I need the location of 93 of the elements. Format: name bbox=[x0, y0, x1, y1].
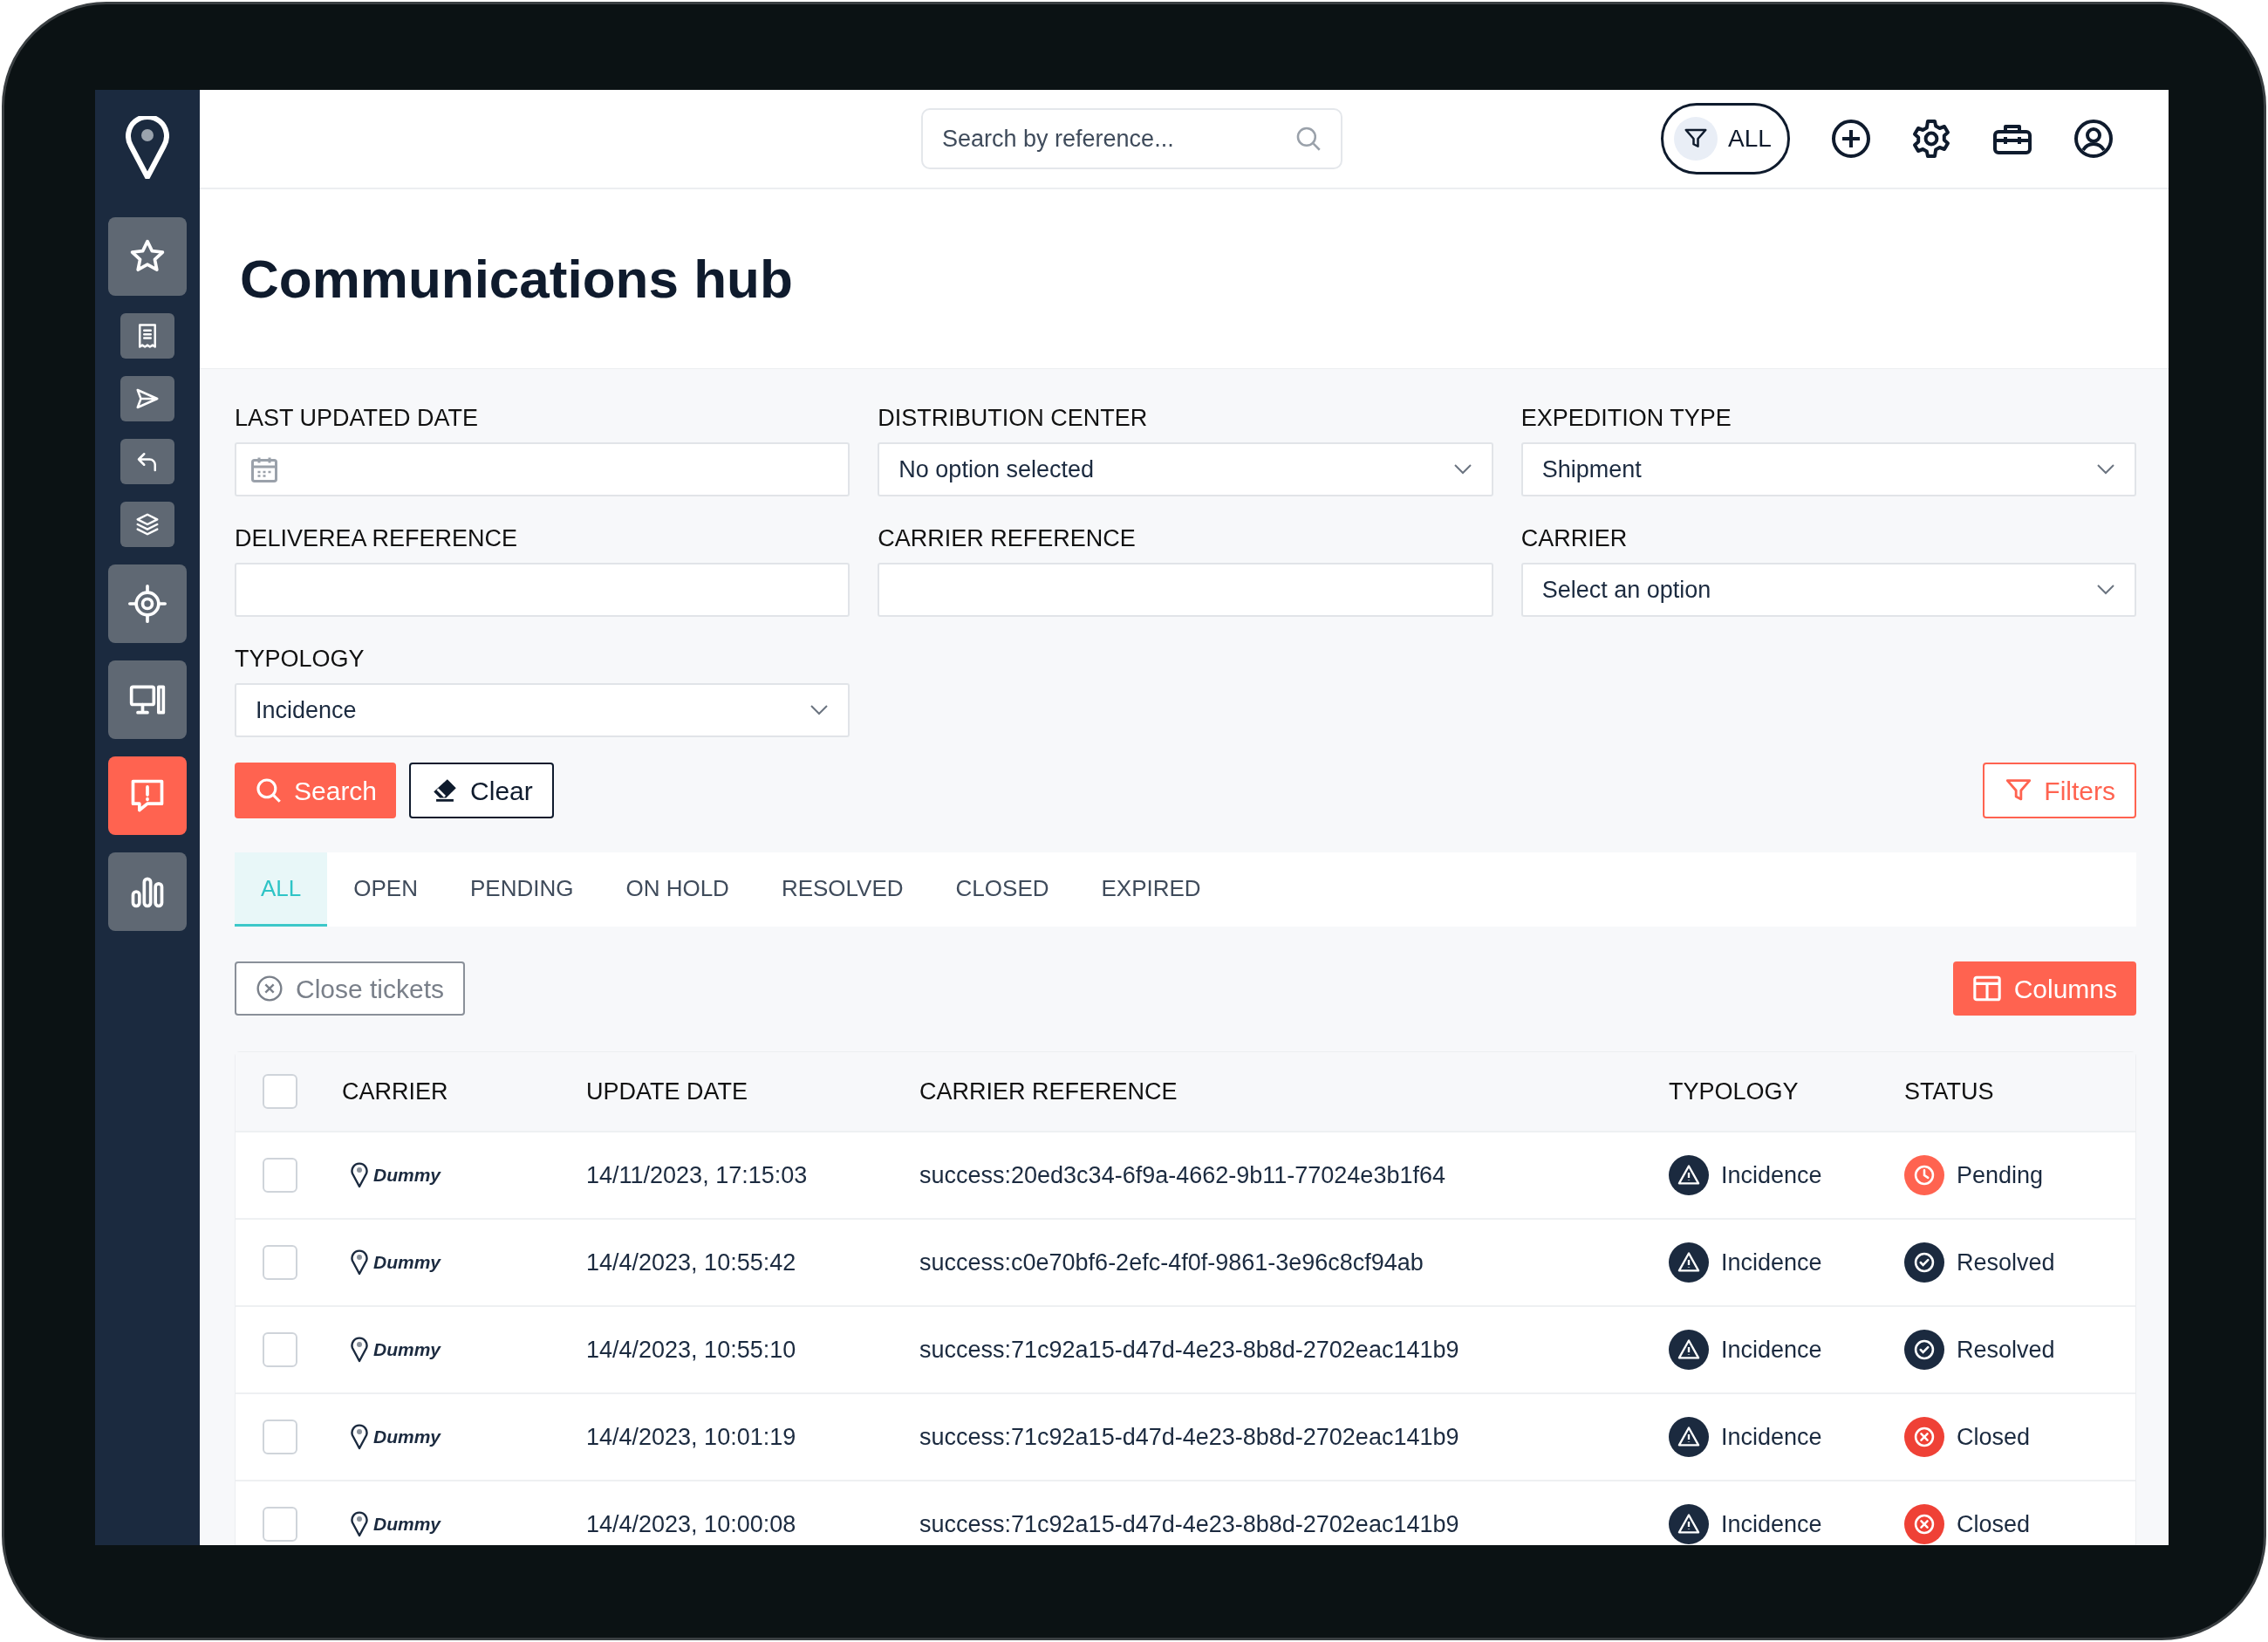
pin-icon bbox=[351, 1162, 368, 1188]
table-cell-text: success:20ed3c34-6f9a-4662-9b11-77024e3b1f64 bbox=[919, 1160, 1446, 1190]
status-label: Pending bbox=[1957, 1160, 2044, 1190]
carrier-name: Dummy bbox=[373, 1338, 441, 1362]
checkbox[interactable] bbox=[263, 1245, 297, 1280]
pin-icon bbox=[351, 1337, 368, 1363]
checkbox[interactable] bbox=[263, 1158, 297, 1193]
sidebar-button[interactable] bbox=[120, 502, 174, 547]
clear-button[interactable]: Clear bbox=[409, 763, 554, 818]
search-icon bbox=[254, 776, 284, 805]
sidebar-button[interactable] bbox=[120, 439, 174, 484]
field-label: DELIVEREA REFERENCE bbox=[235, 524, 519, 552]
dropdown[interactable]: Select an option bbox=[1520, 563, 2136, 617]
input-field[interactable] bbox=[878, 563, 1493, 617]
status-label: Resolved bbox=[1957, 1335, 2055, 1365]
dropdown[interactable]: Shipment bbox=[1520, 442, 2136, 496]
table-cell-text: success:c0e70bf6-2efc-4f0f-9861-3e96c8cf94ab bbox=[919, 1248, 1424, 1277]
field-label: TYPOLOGY bbox=[235, 645, 365, 673]
layers-icon bbox=[134, 511, 161, 537]
user-icon[interactable] bbox=[2073, 118, 2114, 160]
table-cell-text: success:71c92a15-d47d-4e23-8b8d-2702eac141b9 bbox=[919, 1509, 1460, 1539]
dropdown[interactable]: Incidence bbox=[235, 683, 850, 737]
carrier-name: Dummy bbox=[373, 1251, 441, 1275]
status-label: Resolved bbox=[1957, 1248, 2055, 1277]
column-header: UPDATE DATE bbox=[586, 1077, 749, 1106]
checkbox[interactable] bbox=[263, 1507, 297, 1542]
columns-icon bbox=[1971, 975, 2002, 1002]
typology-label: Incidence bbox=[1721, 1422, 1822, 1452]
input-field[interactable] bbox=[235, 563, 850, 617]
sidebar-button[interactable] bbox=[108, 564, 187, 643]
sidebar-button[interactable] bbox=[108, 756, 187, 835]
checkbox[interactable] bbox=[263, 1074, 297, 1109]
close-tickets-button[interactable]: Close tickets bbox=[235, 961, 466, 1016]
carrier-name: Dummy bbox=[373, 1513, 441, 1536]
filter-all-button[interactable]: ALL bbox=[1661, 103, 1790, 174]
field-label: LAST UPDATED DATE bbox=[235, 404, 480, 432]
pin-icon bbox=[351, 1249, 368, 1276]
tab[interactable]: OPEN bbox=[327, 852, 444, 927]
pin-icon bbox=[351, 1511, 368, 1537]
sidebar-button[interactable] bbox=[120, 313, 174, 359]
warning-icon bbox=[1669, 1155, 1709, 1195]
typology-label: Incidence bbox=[1721, 1509, 1822, 1539]
table-cell-text: 14/11/2023, 17:15:03 bbox=[586, 1160, 809, 1190]
checkbox[interactable] bbox=[263, 1332, 297, 1367]
status-label: Closed bbox=[1957, 1422, 2031, 1452]
close-circle-icon bbox=[256, 975, 284, 1002]
column-header: STATUS bbox=[1904, 1077, 1995, 1106]
table-cell-text: 14/4/2023, 10:55:42 bbox=[586, 1248, 797, 1277]
field-label: DISTRIBUTION CENTER bbox=[878, 404, 1149, 432]
settings-icon[interactable] bbox=[1910, 118, 1952, 160]
field-label: EXPEDITION TYPE bbox=[1520, 404, 1732, 432]
warning-icon bbox=[1669, 1330, 1709, 1370]
tab[interactable]: EXPIRED bbox=[1075, 852, 1227, 927]
chevron-down-icon bbox=[1452, 463, 1472, 475]
sidebar-button[interactable] bbox=[108, 660, 187, 739]
sidebar-button[interactable] bbox=[108, 217, 187, 296]
checkbox[interactable] bbox=[263, 1420, 297, 1454]
carrier-name: Dummy bbox=[373, 1426, 441, 1449]
tab[interactable]: ON HOLD bbox=[599, 852, 755, 927]
page-title: Communications hub bbox=[240, 248, 793, 311]
column-header: CARRIER bbox=[342, 1077, 449, 1106]
table-cell-text: success:71c92a15-d47d-4e23-8b8d-2702eac141b9 bbox=[919, 1422, 1460, 1452]
warning-icon bbox=[1669, 1242, 1709, 1283]
warning-icon bbox=[1669, 1417, 1709, 1457]
sidebar-button[interactable] bbox=[120, 376, 174, 421]
table-cell-text: 14/4/2023, 10:00:08 bbox=[586, 1509, 797, 1539]
logo-icon bbox=[126, 116, 169, 179]
filter-icon bbox=[1674, 117, 1718, 161]
chevron-down-icon bbox=[810, 704, 830, 716]
typology-label: Incidence bbox=[1721, 1160, 1822, 1190]
field-label: CARRIER bbox=[1520, 524, 1629, 552]
table-cell-text: success:71c92a15-d47d-4e23-8b8d-2702eac141b9 bbox=[919, 1335, 1460, 1365]
field-label: CARRIER REFERENCE bbox=[878, 524, 1137, 552]
date-field[interactable] bbox=[235, 442, 850, 496]
pin-icon bbox=[351, 1424, 368, 1450]
tab[interactable]: CLOSED bbox=[929, 852, 1076, 927]
sidebar-button[interactable] bbox=[108, 852, 187, 931]
chevron-down-icon bbox=[2096, 584, 2115, 596]
tab[interactable]: PENDING bbox=[443, 852, 600, 927]
dropdown[interactable]: No option selected bbox=[878, 442, 1493, 496]
typology-label: Incidence bbox=[1721, 1248, 1822, 1277]
add-icon[interactable] bbox=[1830, 118, 1872, 160]
target-icon bbox=[128, 585, 167, 623]
search-field[interactable]: Search by reference... bbox=[921, 108, 1342, 169]
chevron-down-icon bbox=[2096, 463, 2115, 475]
column-header: CARRIER REFERENCE bbox=[919, 1077, 1178, 1106]
typology-label: Incidence bbox=[1721, 1335, 1822, 1365]
status-label: Closed bbox=[1957, 1509, 2031, 1539]
table-cell-text: 14/4/2023, 10:01:19 bbox=[586, 1422, 797, 1452]
carrier-name: Dummy bbox=[373, 1164, 441, 1187]
table-cell-text: 14/4/2023, 10:55:10 bbox=[586, 1335, 797, 1365]
tab[interactable]: RESOLVED bbox=[755, 852, 930, 927]
column-header: TYPOLOGY bbox=[1669, 1077, 1800, 1106]
